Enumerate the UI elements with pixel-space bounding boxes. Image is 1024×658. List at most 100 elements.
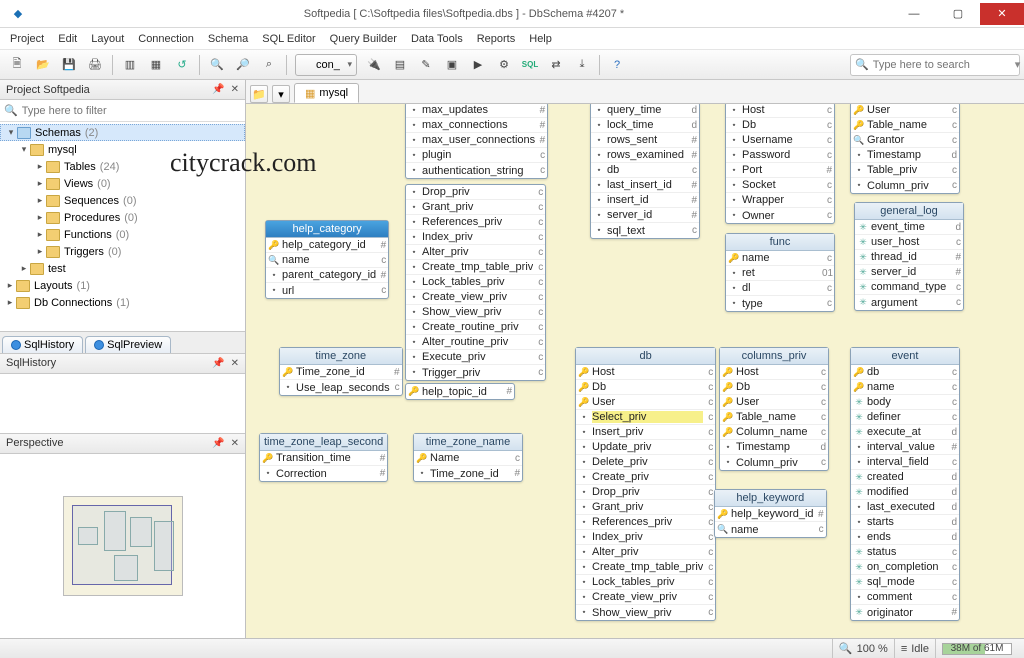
table-func[interactable]: func 🔑 name c ﹡ ret 01 ﹡ dl c ﹡ type c [725, 233, 835, 312]
table-column[interactable]: ﹡ Drop_priv c [406, 185, 545, 200]
zoom-fit-icon[interactable]: ⌕ [257, 54, 281, 76]
table-column[interactable]: 🔑 User c [851, 104, 959, 118]
zoom-out-icon[interactable]: 🔎 [231, 54, 255, 76]
table-column[interactable]: ﹡ Update_priv c [576, 440, 715, 455]
table-column[interactable]: ﹡ Column_priv c [720, 455, 828, 470]
table-column[interactable]: ﹡ Time_zone_id # [414, 466, 522, 481]
table-column[interactable]: ﹡ ends d [851, 530, 959, 545]
table-partial_top2[interactable]: ﹡ query_time d ﹡ lock_time d ﹡ rows_sent… [590, 104, 700, 239]
table-column[interactable]: ﹡ References_priv c [406, 215, 545, 230]
table-column[interactable]: ﹡ Socket c [726, 178, 834, 193]
new-icon[interactable]: 🗎 [5, 54, 29, 76]
refresh-icon[interactable]: ↺ [170, 54, 194, 76]
table-time_zone_name[interactable]: time_zone_name 🔑 Name c ﹡ Time_zone_id # [413, 433, 523, 482]
table-column[interactable]: ﹡ Create_tmp_table_priv c [406, 260, 545, 275]
table-column[interactable]: ﹡ dl c [726, 281, 834, 296]
edit-icon[interactable]: ✎ [414, 54, 438, 76]
connection-combo[interactable]: con_ [295, 54, 357, 76]
table-column[interactable]: ✳ on_completion c [851, 560, 959, 575]
query-icon[interactable]: ⚙ [492, 54, 516, 76]
table-column[interactable]: ﹡ Grant_priv c [406, 200, 545, 215]
table-column[interactable]: ✳ server_id # [855, 265, 963, 280]
table-column[interactable]: ﹡ url c [266, 283, 388, 298]
menu-edit[interactable]: Edit [58, 33, 77, 45]
table-column[interactable]: ﹡ Create_routine_priv c [406, 320, 545, 335]
table-general_log[interactable]: general_log ✳ event_time d ✳ user_host c… [854, 202, 964, 311]
menu-project[interactable]: Project [10, 33, 44, 45]
grid-icon[interactable]: ▦ [144, 54, 168, 76]
menu-reports[interactable]: Reports [477, 33, 516, 45]
table-column[interactable]: ﹡ parent_category_id # [266, 268, 388, 283]
menu-sql-editor[interactable]: SQL Editor [262, 33, 315, 45]
table-column[interactable]: ﹡ Show_view_priv c [576, 605, 715, 620]
table-column[interactable]: ﹡ Trigger_priv c [406, 365, 545, 380]
table-column[interactable]: 🔍 name c [266, 253, 388, 268]
table-column[interactable]: ﹡ Wrapper c [726, 193, 834, 208]
table-column[interactable]: 🔑 Table_name c [720, 410, 828, 425]
table-column[interactable]: ﹡ Password c [726, 148, 834, 163]
table-column[interactable]: ﹡ sql_text c [591, 223, 699, 238]
table-column[interactable]: 🔑 help_topic_id # [406, 384, 514, 399]
table-column[interactable]: ﹡ rows_sent # [591, 133, 699, 148]
table-column[interactable]: 🔑 Table_name c [851, 118, 959, 133]
table-header[interactable]: time_zone [280, 348, 402, 365]
minimap[interactable] [63, 496, 183, 596]
dropdown-icon[interactable]: ▾ [1015, 58, 1021, 71]
table-column[interactable]: 🔑 Host c [576, 365, 715, 380]
table-column[interactable]: ✳ sql_mode c [851, 575, 959, 590]
run-icon[interactable]: ▶ [466, 54, 490, 76]
table-column[interactable]: ﹡ interval_value # [851, 440, 959, 455]
folder-nav-icon[interactable]: 📁 [250, 85, 268, 103]
tab-sqlhistory[interactable]: SqlHistory [2, 336, 83, 353]
tree-item-test[interactable]: ▸ test [0, 260, 245, 277]
table-column[interactable]: ﹡ Create_view_priv c [406, 290, 545, 305]
zoom-in-icon[interactable]: 🔍 [205, 54, 229, 76]
diagram-canvas[interactable]: help_category 🔑 help_category_id # 🔍 nam… [246, 104, 1024, 638]
table-column[interactable]: ✳ created d [851, 470, 959, 485]
table-header[interactable]: general_log [855, 203, 963, 220]
table-column[interactable]: ﹡ Create_priv c [576, 470, 715, 485]
table-db[interactable]: db 🔑 Host c 🔑 Db c 🔑 User c ﹡ Select_pri… [575, 347, 716, 621]
tree-filter[interactable]: 🔍 [0, 100, 245, 122]
table-column[interactable]: ✳ modified d [851, 485, 959, 500]
table-column[interactable]: 🔑 Transition_time # [260, 451, 387, 466]
tree-item-sequences[interactable]: ▸ Sequences (0) [0, 192, 245, 209]
table-column[interactable]: ✳ argument c [855, 295, 963, 310]
table-help_category[interactable]: help_category 🔑 help_category_id # 🔍 nam… [265, 220, 389, 299]
table-column[interactable]: ﹡ Select_priv c [576, 410, 715, 425]
table-column[interactable]: ﹡ Create_view_priv c [576, 590, 715, 605]
table-column[interactable]: ﹡ Db c [726, 118, 834, 133]
table-column[interactable]: ﹡ Delete_priv c [576, 455, 715, 470]
table-header[interactable]: columns_priv [720, 348, 828, 365]
table-column[interactable]: ﹡ Create_tmp_table_priv c [576, 560, 715, 575]
tree-item-mysql[interactable]: ▾ mysql [0, 141, 245, 158]
table-column[interactable]: 🔍 name c [715, 522, 826, 537]
save-icon[interactable]: 💾 [57, 54, 81, 76]
pin-icon[interactable]: 📌 [212, 438, 224, 449]
table-column[interactable]: 🔑 db c [851, 365, 959, 380]
table-column[interactable]: ﹡ Alter_priv c [576, 545, 715, 560]
table-column[interactable]: ✳ originator # [851, 605, 959, 620]
table-column[interactable]: ﹡ Use_leap_seconds c [280, 380, 402, 395]
table-column[interactable]: ﹡ authentication_string c [406, 163, 547, 178]
table-column[interactable]: 🔑 Host c [720, 365, 828, 380]
table-column[interactable]: ﹡ Host c [726, 104, 834, 118]
table-column[interactable]: ﹡ Alter_routine_priv c [406, 335, 545, 350]
table-column[interactable]: 🔑 help_category_id # [266, 238, 388, 253]
table-help_keyword[interactable]: help_keyword 🔑 help_keyword_id # 🔍 name … [714, 489, 827, 538]
table-header[interactable]: func [726, 234, 834, 251]
table-column[interactable]: ﹡ query_time d [591, 104, 699, 118]
table-partial_top1[interactable]: ﹡ max_updates # ﹡ max_connections # ﹡ ma… [405, 104, 548, 179]
table-help_topic_frag[interactable]: 🔑 help_topic_id # [405, 383, 515, 400]
panel-close-icon[interactable]: ✕ [231, 438, 239, 449]
panel-close-icon[interactable]: ✕ [231, 358, 239, 369]
table-column[interactable]: ﹡ Correction # [260, 466, 387, 481]
menu-query-builder[interactable]: Query Builder [330, 33, 397, 45]
table-column[interactable]: ﹡ Drop_priv c [576, 485, 715, 500]
menu-connection[interactable]: Connection [138, 33, 194, 45]
table-column[interactable]: ﹡ Timestamp d [851, 148, 959, 163]
pin-icon[interactable]: 📌 [212, 358, 224, 369]
table-column[interactable]: ﹡ References_priv c [576, 515, 715, 530]
table-column[interactable]: 🔍 Grantor c [851, 133, 959, 148]
help-icon[interactable]: ? [605, 54, 629, 76]
